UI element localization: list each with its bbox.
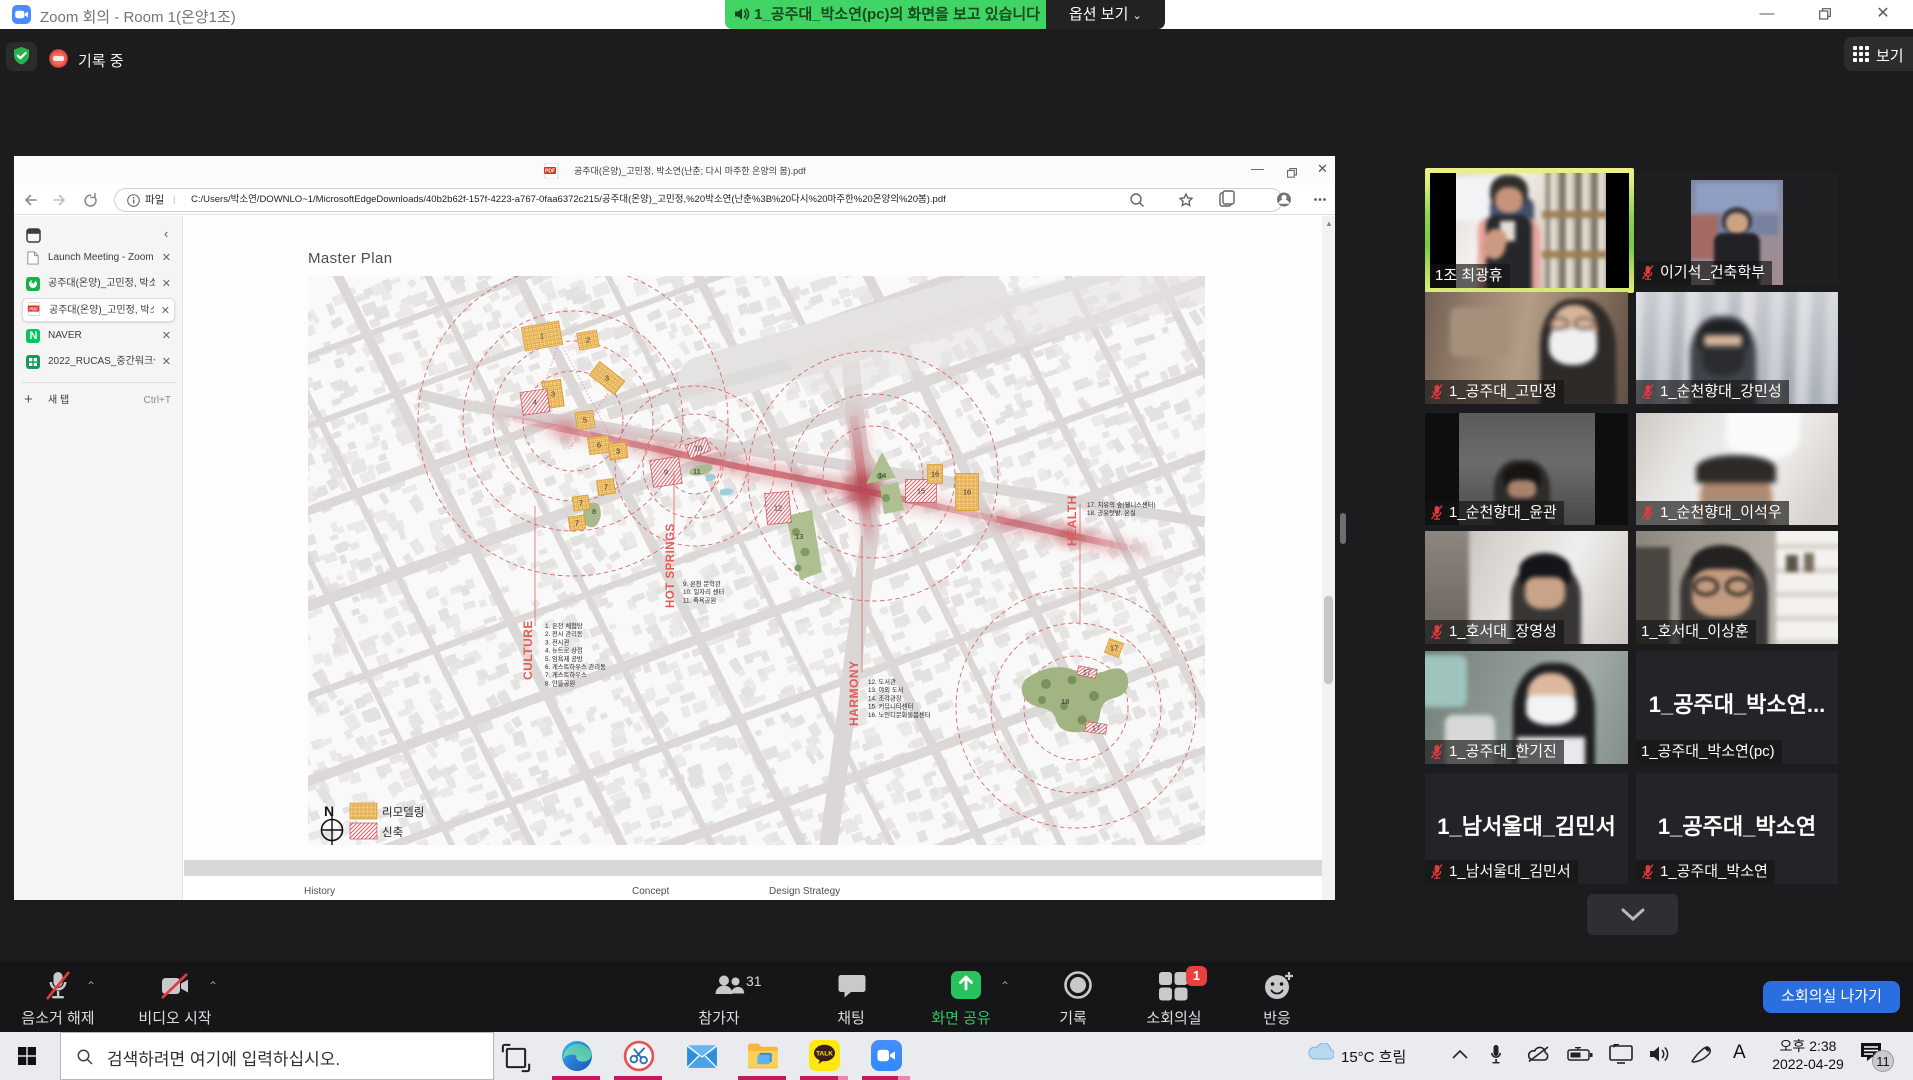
svg-text:1: 1 xyxy=(540,332,544,341)
svg-text:17: 17 xyxy=(1083,668,1091,677)
svg-text:3: 3 xyxy=(616,447,620,456)
svg-text:5. 임욕제 공방: 5. 임욕제 공방 xyxy=(545,654,583,663)
svg-text:7: 7 xyxy=(575,519,579,528)
svg-text:14. 조각광장: 14. 조각광장 xyxy=(868,693,902,702)
svg-text:7. 게스트하우스: 7. 게스트하우스 xyxy=(545,670,587,679)
svg-text:17. 치유의 숲(웰니스센터): 17. 치유의 숲(웰니스센터) xyxy=(1087,500,1156,509)
svg-text:4: 4 xyxy=(533,398,537,407)
svg-text:11: 11 xyxy=(693,467,701,476)
svg-text:18: 18 xyxy=(1061,697,1069,706)
svg-text:7: 7 xyxy=(579,499,583,508)
svg-text:6: 6 xyxy=(597,441,601,450)
svg-text:15: 15 xyxy=(917,487,925,496)
svg-text:2: 2 xyxy=(586,336,590,345)
svg-text:10. 일자리 센터: 10. 일자리 센터 xyxy=(683,587,724,596)
svg-text:2. 전시 관리동: 2. 전시 관리동 xyxy=(545,629,583,638)
svg-text:8: 8 xyxy=(592,507,596,516)
svg-text:4. 뉴트로 상점: 4. 뉴트로 상점 xyxy=(545,646,583,655)
svg-text:13: 13 xyxy=(795,532,803,541)
svg-text:CULTURE: CULTURE xyxy=(521,620,535,680)
svg-text:HEALTH: HEALTH xyxy=(1065,495,1079,546)
svg-text:16. 노인디문화돌봄센터: 16. 노인디문화돌봄센터 xyxy=(868,710,931,719)
svg-text:10: 10 xyxy=(694,444,702,453)
svg-text:1. 온천 체험탕: 1. 온천 체험탕 xyxy=(545,621,583,630)
svg-text:PDF: PDF xyxy=(545,169,555,175)
svg-text:HOT SPRINGS: HOT SPRINGS xyxy=(665,523,677,608)
svg-text:17: 17 xyxy=(1110,644,1118,653)
svg-text:3: 3 xyxy=(551,390,555,399)
svg-text:HARMONY: HARMONY xyxy=(847,661,861,727)
svg-text:17: 17 xyxy=(1092,724,1100,733)
svg-text:12: 12 xyxy=(774,504,782,513)
svg-text:5: 5 xyxy=(583,416,587,425)
svg-text:PDF: PDF xyxy=(29,307,38,312)
svg-text:9. 온천 문학관: 9. 온천 문학관 xyxy=(683,579,721,588)
svg-text:신축: 신축 xyxy=(382,826,403,839)
svg-text:7: 7 xyxy=(604,483,608,492)
svg-text:16: 16 xyxy=(963,488,971,497)
svg-text:13. 야외 도서: 13. 야외 도서 xyxy=(868,685,903,694)
svg-text:3. 전시관: 3. 전시관 xyxy=(545,637,570,646)
svg-text:14: 14 xyxy=(878,471,886,480)
svg-text:8. 안뜰공원: 8. 안뜰공원 xyxy=(545,678,575,687)
svg-text:11. 족욕공원: 11. 족욕공원 xyxy=(683,595,716,604)
svg-text:6. 게스트하우스 관리동: 6. 게스트하우스 관리동 xyxy=(545,662,606,671)
svg-text:TALK: TALK xyxy=(816,1051,833,1058)
svg-text:3: 3 xyxy=(605,374,609,383)
svg-text:16: 16 xyxy=(931,470,939,479)
svg-text:12. 도서관: 12. 도서관 xyxy=(868,677,896,686)
svg-text:9: 9 xyxy=(664,468,668,477)
svg-text:18. 공유텃밭, 온실: 18. 공유텃밭, 온실 xyxy=(1087,508,1136,517)
svg-text:리모델링: 리모델링 xyxy=(382,805,424,819)
svg-text:15. 커뮤니티센터: 15. 커뮤니티센터 xyxy=(868,702,913,711)
